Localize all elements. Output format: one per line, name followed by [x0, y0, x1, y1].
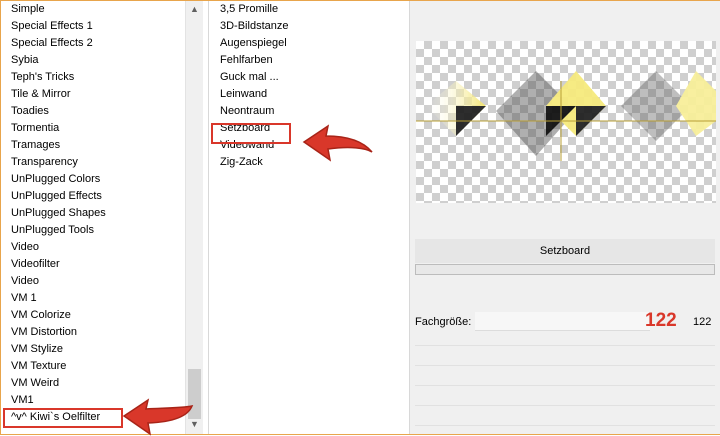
- empty-parameter-row: [415, 405, 715, 406]
- category-scrollbar[interactable]: ▲ ▼: [185, 1, 203, 434]
- category-list-pane: Simple Special Effects 1 Special Effects…: [1, 1, 185, 434]
- category-item[interactable]: UnPlugged Effects: [1, 188, 106, 205]
- category-item[interactable]: Toadies: [1, 103, 106, 120]
- category-list: Simple Special Effects 1 Special Effects…: [1, 1, 106, 426]
- category-item[interactable]: Sybia: [1, 52, 106, 69]
- parameter-row-fachgroesse[interactable]: Fachgröße: 122 122: [415, 310, 715, 332]
- filter-list: 3,5 Promille 3D-Bildstanze Augenspiegel …: [209, 1, 288, 171]
- category-item[interactable]: VM Stylize: [1, 341, 106, 358]
- category-highlight-box: [3, 408, 123, 428]
- parameter-annotation: 122: [645, 310, 677, 331]
- filter-list-pane: 3,5 Promille 3D-Bildstanze Augenspiegel …: [208, 1, 409, 434]
- category-item[interactable]: Teph's Tricks: [1, 69, 106, 86]
- empty-parameter-row: [415, 425, 715, 426]
- red-pointer-arrow-icon: [122, 398, 194, 436]
- filter-preview-image: [416, 41, 716, 203]
- parameter-label: Fachgröße:: [415, 316, 472, 328]
- progress-bar: [415, 264, 715, 275]
- scroll-up-arrow-icon[interactable]: ▲: [186, 1, 203, 18]
- category-item[interactable]: VM Texture: [1, 358, 106, 375]
- category-item[interactable]: Video: [1, 239, 106, 256]
- filter-item[interactable]: 3D-Bildstanze: [209, 18, 288, 35]
- category-item[interactable]: Transparency: [1, 154, 106, 171]
- empty-parameter-row: [415, 385, 715, 386]
- category-item[interactable]: Videofilter: [1, 256, 106, 273]
- filter-item[interactable]: 3,5 Promille: [209, 1, 288, 18]
- category-item[interactable]: VM Weird: [1, 375, 106, 392]
- empty-parameter-row: [415, 365, 715, 366]
- filter-name-label: Setzboard: [415, 239, 715, 263]
- parameter-slider[interactable]: [475, 312, 650, 331]
- filter-item[interactable]: Zig-Zack: [209, 154, 288, 171]
- category-item[interactable]: VM Colorize: [1, 307, 106, 324]
- category-item[interactable]: UnPlugged Shapes: [1, 205, 106, 222]
- category-item[interactable]: VM Distortion: [1, 324, 106, 341]
- empty-parameter-row: [415, 345, 715, 346]
- category-item[interactable]: Tile & Mirror: [1, 86, 106, 103]
- category-item[interactable]: Tormentia: [1, 120, 106, 137]
- category-item[interactable]: VM1: [1, 392, 106, 409]
- category-item[interactable]: Video: [1, 273, 106, 290]
- category-item[interactable]: Special Effects 2: [1, 35, 106, 52]
- preview-pane: Setzboard Fachgröße: 122 122: [409, 1, 720, 434]
- filter-item[interactable]: Neontraum: [209, 103, 288, 120]
- filter-item[interactable]: Guck mal ...: [209, 69, 288, 86]
- category-item[interactable]: Special Effects 1: [1, 18, 106, 35]
- category-item[interactable]: VM 1: [1, 290, 106, 307]
- category-item[interactable]: UnPlugged Colors: [1, 171, 106, 188]
- category-item[interactable]: Tramages: [1, 137, 106, 154]
- filter-highlight-box: [211, 123, 291, 144]
- red-pointer-arrow-icon: [302, 124, 373, 162]
- parameter-value[interactable]: 122: [693, 316, 711, 328]
- category-item[interactable]: UnPlugged Tools: [1, 222, 106, 239]
- category-item[interactable]: Simple: [1, 1, 106, 18]
- filter-item[interactable]: Leinwand: [209, 86, 288, 103]
- filter-item[interactable]: Fehlfarben: [209, 52, 288, 69]
- filter-item[interactable]: Augenspiegel: [209, 35, 288, 52]
